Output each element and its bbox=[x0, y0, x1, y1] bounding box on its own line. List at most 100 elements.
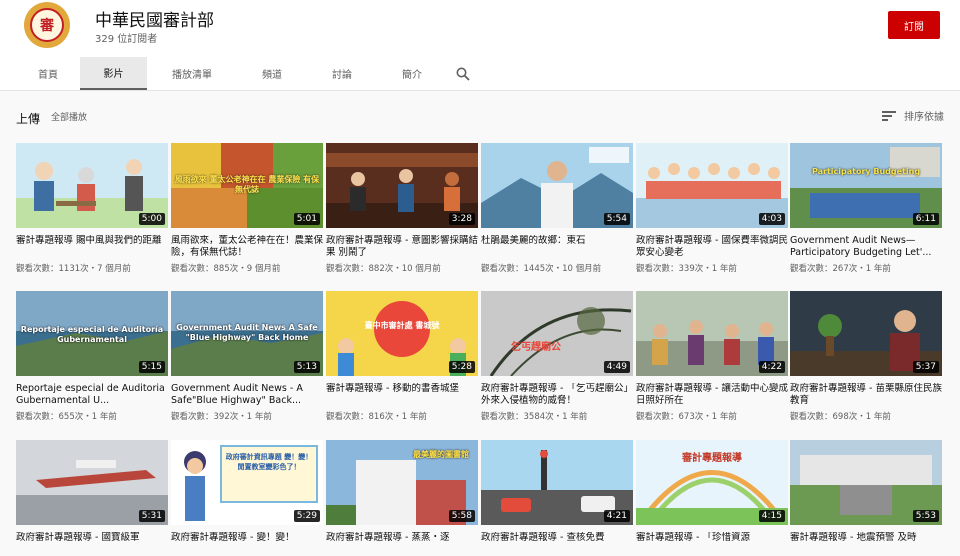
video-title[interactable]: 政府審計專題報導 - 蒸蒸・逐 bbox=[326, 532, 478, 556]
video-duration: 4:15 bbox=[758, 510, 785, 522]
tab-playlists[interactable]: 播放清單 bbox=[147, 57, 237, 90]
tab-videos[interactable]: 影片 bbox=[80, 57, 147, 90]
video-title[interactable]: 審計專題報導 - 移動的書香城堡 bbox=[326, 383, 478, 407]
video-duration: 4:21 bbox=[603, 510, 630, 522]
tab-about[interactable]: 簡介 bbox=[377, 57, 447, 90]
video-title[interactable]: 政府審計專題報導 - 國保費率微調民眾安心變老 bbox=[636, 235, 788, 259]
video-title[interactable]: Government Audit News— Participatory Bud… bbox=[790, 235, 942, 259]
video-card[interactable]: 3:28 政府審計專題報導 - 意圖影響採購結果 別鬧了 觀看次數：882次・1… bbox=[326, 143, 478, 274]
video-thumbnail[interactable]: 乞丐趕廟公 4:49 bbox=[481, 291, 633, 376]
video-card[interactable]: 5:37 政府審計專題報導 - 苗栗縣原住民族教育 觀看次數：698次・1 年前 bbox=[790, 291, 942, 422]
video-duration: 5:37 bbox=[912, 361, 939, 373]
video-title[interactable]: 審計專題報導 - 「珍惜資源 bbox=[636, 532, 788, 556]
video-duration: 5:15 bbox=[138, 361, 165, 373]
uploads-section-header: 上傳 全部播放 bbox=[16, 108, 87, 127]
video-thumbnail[interactable]: Reportaje especial de Auditoría Gubernam… bbox=[16, 291, 168, 376]
video-card[interactable]: 臺中市審計處 書城號 5:28 審計專題報導 - 移動的書香城堡 觀看次數：81… bbox=[326, 291, 478, 422]
thumbnail-caption: 審計專題報導 bbox=[682, 453, 742, 464]
video-card[interactable]: 4:22 政府審計專題報導 - 讓活動中心變成日照好所在 觀看次數：673次・1… bbox=[636, 291, 788, 422]
video-duration: 5:53 bbox=[912, 510, 939, 522]
video-thumbnail[interactable]: Participatory Budgeting 6:11 bbox=[790, 143, 942, 228]
video-duration: 5:01 bbox=[293, 213, 320, 225]
video-thumbnail[interactable]: 5:53 bbox=[790, 440, 942, 525]
video-thumbnail[interactable]: 5:00 bbox=[16, 143, 168, 228]
channel-tabs: 首頁 影片 播放清單 頻道 討論 簡介 bbox=[0, 57, 479, 90]
video-meta: 觀看次數：816次・1 年前 bbox=[326, 412, 427, 422]
channel-name: 中華民國審計部 bbox=[95, 11, 214, 31]
video-meta: 觀看次數：392次・1 年前 bbox=[171, 412, 272, 422]
video-title[interactable]: 政府審計專題報導 - 「乞丐趕廟公」外來入侵植物的威脅！ bbox=[481, 383, 633, 407]
video-card[interactable]: 最美麗的圖書館 5:58 政府審計專題報導 - 蒸蒸・逐 bbox=[326, 440, 478, 556]
video-meta: 觀看次數：3584次・1 年前 bbox=[481, 412, 588, 422]
thumbnail-caption: 乞丐趕廟公 bbox=[511, 342, 561, 353]
video-card[interactable]: 5:00 審計專題報導 賜中風與我們的距離 觀看次數：1131次・7 個月前 bbox=[16, 143, 168, 274]
thumbnail-caption: 最美麗的圖書館 bbox=[413, 450, 469, 459]
video-title[interactable]: 政府審計專題報導 - 查核免費 bbox=[481, 532, 633, 556]
channel-logo[interactable]: 審 bbox=[24, 2, 70, 48]
video-thumbnail[interactable]: 5:31 bbox=[16, 440, 168, 525]
video-thumbnail[interactable]: 最美麗的圖書館 5:58 bbox=[326, 440, 478, 525]
subscriber-count: 329 位訂閱者 bbox=[95, 34, 158, 45]
section-title: 上傳 bbox=[16, 112, 41, 126]
video-thumbnail[interactable]: Government Audit News A Safe "Blue Highw… bbox=[171, 291, 323, 376]
video-title[interactable]: 政府審計專題報導 - 國寶級軍 bbox=[16, 532, 168, 556]
sort-label: 排序依據 bbox=[904, 112, 944, 123]
video-duration: 5:28 bbox=[448, 361, 475, 373]
thumbnail-caption: 政府審計資訊專題 變！變！ 閒置教室變彩色了！ bbox=[225, 453, 313, 471]
video-meta: 觀看次數：885次・9 個月前 bbox=[171, 264, 281, 274]
video-meta: 觀看次數：1445次・10 個月前 bbox=[481, 264, 602, 274]
video-thumbnail[interactable]: 4:22 bbox=[636, 291, 788, 376]
video-duration: 5:13 bbox=[293, 361, 320, 373]
video-title[interactable]: 審計專題報導 - 地震預警 及時 bbox=[790, 532, 942, 556]
play-all-link[interactable]: 全部播放 bbox=[51, 110, 87, 123]
tab-discussion[interactable]: 討論 bbox=[307, 57, 377, 90]
video-thumbnail[interactable]: 4:03 bbox=[636, 143, 788, 228]
tab-home[interactable]: 首頁 bbox=[16, 57, 80, 90]
video-card[interactable]: Government Audit News A Safe "Blue Highw… bbox=[171, 291, 323, 422]
video-card[interactable]: 5:53 審計專題報導 - 地震預警 及時 bbox=[790, 440, 942, 556]
video-duration: 4:03 bbox=[758, 213, 785, 225]
video-card[interactable]: 4:03 政府審計專題報導 - 國保費率微調民眾安心變老 觀看次數：339次・1… bbox=[636, 143, 788, 274]
video-thumbnail[interactable]: 3:28 bbox=[326, 143, 478, 228]
video-thumbnail[interactable]: 4:21 bbox=[481, 440, 633, 525]
video-card[interactable]: 審計專題報導 4:15 審計專題報導 - 「珍惜資源 bbox=[636, 440, 788, 556]
tab-channels[interactable]: 頻道 bbox=[237, 57, 307, 90]
video-card[interactable]: 5:54 杜鵑最美麗的故鄉：東石 觀看次數：1445次・10 個月前 bbox=[481, 143, 633, 274]
video-title[interactable]: 政府審計專題報導 - 變！變！ bbox=[171, 532, 323, 556]
video-title[interactable]: 審計專題報導 賜中風與我們的距離 bbox=[16, 235, 168, 259]
video-thumbnail[interactable]: 審計專題報導 4:15 bbox=[636, 440, 788, 525]
thumbnail-caption: Participatory Budgeting bbox=[811, 167, 921, 176]
sort-icon bbox=[882, 110, 896, 121]
video-duration: 4:49 bbox=[603, 361, 630, 373]
video-card[interactable]: 4:21 政府審計專題報導 - 查核免費 bbox=[481, 440, 633, 556]
sort-button[interactable]: 排序依據 bbox=[882, 108, 944, 123]
video-card[interactable]: 乞丐趕廟公 4:49 政府審計專題報導 - 「乞丐趕廟公」外來入侵植物的威脅！ … bbox=[481, 291, 633, 422]
video-duration: 5:54 bbox=[603, 213, 630, 225]
video-title[interactable]: Reportaje especial de Auditoria Gubernam… bbox=[16, 383, 168, 407]
thumbnail-caption: 臺中市審計處 書城號 bbox=[364, 321, 440, 330]
video-title[interactable]: 政府審計專題報導 - 苗栗縣原住民族教育 bbox=[790, 383, 942, 407]
thumbnail-caption: Government Audit News A Safe "Blue Highw… bbox=[176, 323, 318, 342]
video-thumbnail[interactable]: 5:54 bbox=[481, 143, 633, 228]
thumbnail-caption: 風雨欲來 董太公老神在在 農業保險 有保無代誌 bbox=[174, 175, 320, 194]
video-card[interactable]: 5:31 政府審計專題報導 - 國寶級軍 bbox=[16, 440, 168, 556]
video-thumbnail[interactable]: 5:37 bbox=[790, 291, 942, 376]
video-card[interactable]: 風雨欲來 董太公老神在在 農業保險 有保無代誌 5:01 風雨欲來，董太公老神在… bbox=[171, 143, 323, 274]
video-thumbnail[interactable]: 政府審計資訊專題 變！變！ 閒置教室變彩色了！ 5:29 bbox=[171, 440, 323, 525]
video-title[interactable]: Government Audit News - A Safe"Blue High… bbox=[171, 383, 323, 407]
video-thumbnail[interactable]: 臺中市審計處 書城號 5:28 bbox=[326, 291, 478, 376]
video-card[interactable]: Reportaje especial de Auditoría Gubernam… bbox=[16, 291, 168, 422]
video-duration: 5:58 bbox=[448, 510, 475, 522]
video-title[interactable]: 政府審計專題報導 - 意圖影響採購結果 別鬧了 bbox=[326, 235, 478, 259]
video-title[interactable]: 風雨欲來，董太公老神在在！農業保險，有保無代誌！ bbox=[171, 235, 323, 259]
video-thumbnail[interactable]: 風雨欲來 董太公老神在在 農業保險 有保無代誌 5:01 bbox=[171, 143, 323, 228]
search-icon[interactable] bbox=[447, 57, 479, 90]
video-title[interactable]: 杜鵑最美麗的故鄉：東石 bbox=[481, 235, 633, 259]
video-card[interactable]: 政府審計資訊專題 變！變！ 閒置教室變彩色了！ 5:29 政府審計專題報導 - … bbox=[171, 440, 323, 556]
video-title[interactable]: 政府審計專題報導 - 讓活動中心變成日照好所在 bbox=[636, 383, 788, 407]
video-meta: 觀看次數：339次・1 年前 bbox=[636, 264, 737, 274]
video-card[interactable]: Participatory Budgeting 6:11 Government … bbox=[790, 143, 942, 274]
video-duration: 3:28 bbox=[448, 213, 475, 225]
subscribe-button[interactable]: 訂閱 bbox=[888, 11, 940, 39]
video-duration: 5:00 bbox=[138, 213, 165, 225]
